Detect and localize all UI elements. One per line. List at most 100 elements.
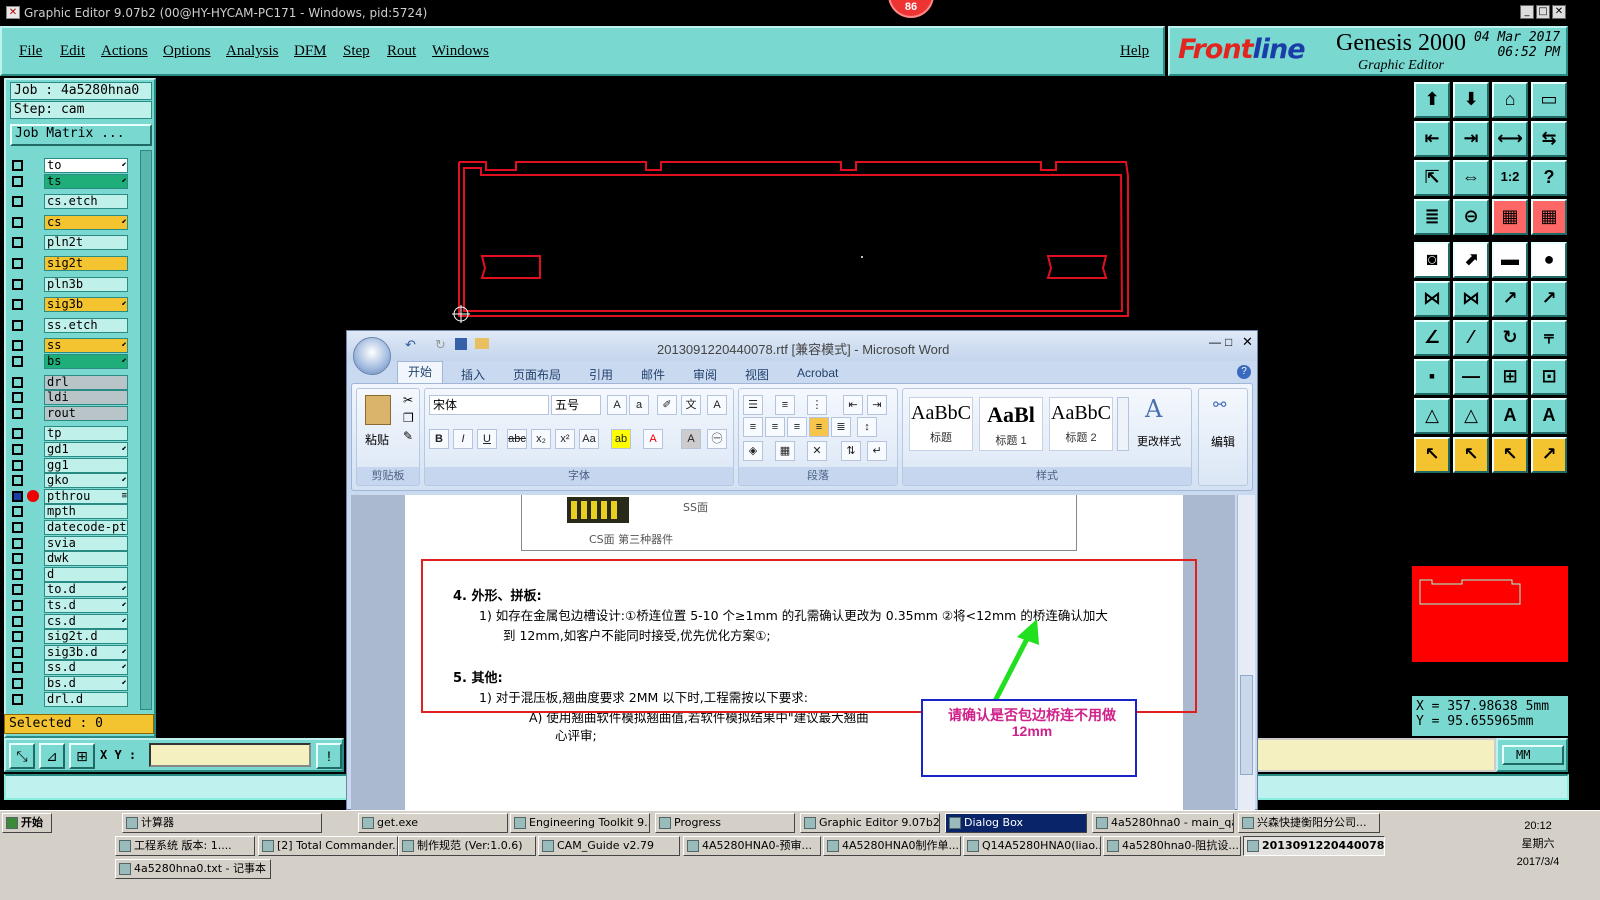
distributed-icon[interactable]: ≣ bbox=[831, 417, 851, 437]
taskbar-button[interactable]: Progress bbox=[655, 813, 795, 833]
layer-name[interactable]: ss.d ⬋ bbox=[44, 660, 128, 676]
unit-button[interactable]: MM bbox=[1502, 745, 1564, 765]
show-marks-icon[interactable]: ↵ bbox=[867, 441, 887, 461]
layer-checkbox[interactable] bbox=[12, 237, 23, 249]
taskbar-button[interactable]: 4a5280hna0-阻抗设... bbox=[1103, 836, 1241, 856]
tab-home[interactable]: 开始 bbox=[397, 361, 443, 383]
layer-name[interactable]: ts.d ⬋ bbox=[44, 598, 128, 613]
layer-checkbox[interactable] bbox=[12, 553, 23, 565]
layer-name[interactable]: datecode-pt bbox=[44, 520, 128, 535]
word-close[interactable]: ✕ bbox=[1242, 334, 1253, 350]
layer-row[interactable]: rout bbox=[10, 405, 132, 421]
char-shading-icon[interactable]: A bbox=[681, 429, 701, 449]
layer-checkbox[interactable] bbox=[12, 278, 23, 290]
shrink-font-icon[interactable]: a bbox=[629, 395, 649, 415]
menu-rout[interactable]: Rout bbox=[387, 43, 416, 60]
increase-indent-icon[interactable]: ⇥ bbox=[867, 395, 887, 415]
paste-label[interactable]: 粘贴 bbox=[365, 431, 389, 448]
layer-checkbox[interactable] bbox=[12, 407, 23, 419]
format-painter-icon[interactable]: ✎ bbox=[403, 429, 413, 443]
layer-name[interactable]: rout bbox=[44, 405, 128, 421]
layer-name[interactable]: pln2t bbox=[44, 235, 128, 251]
menu-analysis[interactable]: Analysis bbox=[226, 43, 279, 60]
decrease-indent-icon[interactable]: ⇤ bbox=[843, 395, 863, 415]
layer-checkbox[interactable] bbox=[12, 340, 23, 352]
taskbar-button[interactable]: Dialog Box bbox=[945, 813, 1087, 833]
layer-name[interactable]: to.d ⬋ bbox=[44, 582, 128, 598]
layer-row[interactable]: pln3b bbox=[10, 276, 132, 292]
layer-name[interactable]: bs ⬋ bbox=[44, 354, 128, 369]
grid-icon[interactable]: ⊞ bbox=[69, 743, 95, 769]
layer-name[interactable]: cs ⬋ bbox=[44, 214, 128, 230]
job-matrix-button[interactable]: Job Matrix ... bbox=[10, 124, 152, 146]
layer-row[interactable]: sig3b ⬋ bbox=[10, 297, 132, 313]
layer-checkbox[interactable] bbox=[12, 522, 23, 533]
layer-checkbox[interactable] bbox=[12, 459, 23, 471]
rotate-icon[interactable]: ↻ bbox=[1492, 320, 1528, 356]
query-icon[interactable]: ? bbox=[1531, 160, 1567, 196]
zoom-in-icon[interactable]: ⟷ bbox=[1492, 121, 1528, 157]
tab-mailings[interactable]: 邮件 bbox=[641, 366, 665, 383]
sort-icon[interactable]: ⇅ bbox=[841, 441, 861, 461]
mirror-icon[interactable]: ⫧ bbox=[1531, 320, 1567, 356]
layer-row[interactable]: to ⬋ bbox=[10, 158, 132, 173]
change-case-icon[interactable]: Aa bbox=[579, 429, 599, 449]
layer-row[interactable]: pln2t bbox=[10, 235, 132, 251]
layer-row[interactable]: bs.d ⬋ bbox=[10, 676, 132, 691]
redo-icon[interactable]: ↻ bbox=[435, 337, 446, 353]
layer-attr-icon[interactable]: ≣ bbox=[1414, 199, 1450, 235]
layer-name[interactable]: d bbox=[44, 566, 128, 582]
line-spacing-icon[interactable]: ↕ bbox=[857, 417, 877, 437]
find-icon[interactable]: ⚯ bbox=[1213, 395, 1226, 415]
align-center-icon[interactable]: ≡ bbox=[765, 417, 785, 437]
layer-checkbox[interactable] bbox=[12, 175, 23, 187]
layer-checkbox[interactable] bbox=[12, 615, 23, 627]
open-icon[interactable] bbox=[475, 338, 489, 349]
layer-row[interactable]: tp bbox=[10, 426, 132, 442]
layer-row[interactable]: cs ⬋ bbox=[10, 214, 132, 230]
word-scrollbar[interactable] bbox=[1237, 495, 1255, 811]
change-styles-icon[interactable]: A bbox=[1145, 395, 1162, 423]
layer-checkbox[interactable] bbox=[12, 600, 23, 611]
layer-row[interactable]: cs.d ⬋ bbox=[10, 613, 132, 629]
grow-font-icon[interactable]: A bbox=[607, 395, 627, 415]
layer-checkbox[interactable] bbox=[12, 428, 23, 440]
slope-icon[interactable]: ⁄ bbox=[1453, 320, 1489, 356]
text-a-icon[interactable]: A bbox=[1492, 398, 1528, 434]
undo-icon[interactable]: ↶ bbox=[405, 337, 416, 353]
phonetic-icon[interactable]: 文 bbox=[681, 395, 701, 415]
clock[interactable]: 20:12 星期六 2017/3/4 bbox=[1488, 817, 1588, 871]
snap-a-icon[interactable]: ⋈ bbox=[1414, 281, 1450, 317]
font-size-select[interactable]: 五号 bbox=[551, 395, 601, 415]
layer-row[interactable]: drl bbox=[10, 374, 132, 390]
layer-checkbox[interactable] bbox=[12, 678, 23, 689]
style-heading-1[interactable]: AaBl 标题 1 bbox=[979, 397, 1043, 451]
zoom-area-icon[interactable]: ⤡ bbox=[9, 743, 35, 769]
layer-scrollbar[interactable] bbox=[140, 150, 152, 710]
select-d-icon[interactable]: ↗ bbox=[1531, 437, 1567, 473]
home-icon[interactable]: ⌂ bbox=[1492, 82, 1528, 118]
layer-name[interactable]: pthrou ≡ bbox=[44, 488, 128, 504]
style-normal[interactable]: AaBbC 标题 bbox=[909, 397, 973, 451]
align-right-icon[interactable]: ≡ bbox=[787, 417, 807, 437]
word-minimize[interactable]: — bbox=[1209, 335, 1221, 349]
layer-checkbox[interactable] bbox=[12, 537, 23, 549]
menu-step[interactable]: Step bbox=[343, 43, 370, 60]
layer-name[interactable]: bs.d ⬋ bbox=[44, 676, 128, 691]
triangle-a-icon[interactable]: △ bbox=[1414, 398, 1450, 434]
subscript-icon[interactable]: x₂ bbox=[531, 429, 551, 449]
taskbar-button[interactable]: 2013091220440078... bbox=[1243, 836, 1385, 856]
layer-row[interactable]: ts.d ⬋ bbox=[10, 598, 132, 613]
tab-references[interactable]: 引用 bbox=[589, 366, 613, 383]
layer-row[interactable]: dwk bbox=[10, 551, 132, 567]
char-border-icon[interactable]: A bbox=[707, 395, 727, 415]
tab-review[interactable]: 审阅 bbox=[693, 366, 717, 383]
layer-name[interactable]: tp bbox=[44, 426, 128, 442]
italic-icon[interactable]: I bbox=[453, 429, 473, 449]
highlight-icon[interactable]: ab bbox=[611, 429, 631, 449]
select-b-icon[interactable]: ↖ bbox=[1453, 437, 1489, 473]
taskbar-button[interactable]: get.exe bbox=[358, 813, 508, 833]
fit-icon[interactable]: ⬇ bbox=[1453, 82, 1489, 118]
align-left-icon[interactable]: ≡ bbox=[743, 417, 763, 437]
layer-row[interactable]: to.d ⬋ bbox=[10, 582, 132, 598]
